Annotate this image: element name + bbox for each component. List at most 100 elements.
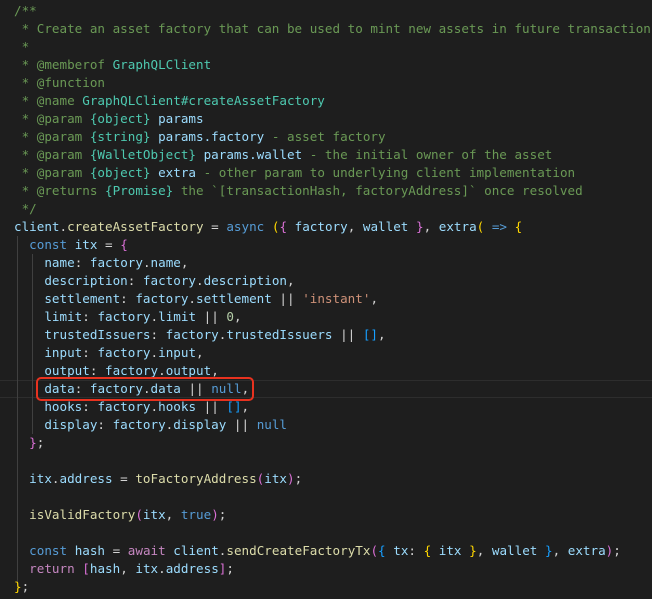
- code-token: params: [158, 111, 204, 126]
- code-token: ||: [196, 399, 227, 414]
- code-line: */: [14, 200, 37, 218]
- code-token: []: [226, 399, 242, 414]
- code-token: (: [135, 507, 143, 522]
- code-token: ;: [294, 471, 303, 486]
- code-line: settlement: factory.settlement || 'insta…: [14, 290, 378, 308]
- code-token: * @param: [14, 111, 90, 126]
- code-token: itx: [142, 507, 166, 522]
- code-token: trustedIssuers: [226, 327, 333, 342]
- code-line: };: [14, 434, 44, 452]
- code-token: factory: [105, 363, 159, 378]
- code-token: tx: [393, 543, 409, 558]
- code-token: ;: [218, 507, 227, 522]
- code-token: * @param: [14, 165, 90, 180]
- code-line: * @memberof GraphQLClient: [14, 56, 212, 74]
- code-token: {: [514, 219, 523, 234]
- code-token: ,: [165, 507, 181, 522]
- code-token: }: [14, 579, 22, 594]
- code-token: factory: [135, 291, 189, 306]
- code-token: =: [112, 471, 136, 486]
- code-line: itx.address = toFactoryAddress(itx);: [14, 470, 302, 488]
- code-token: factory: [89, 255, 143, 270]
- code-token: ): [287, 471, 295, 486]
- code-token: }: [469, 543, 477, 558]
- code-token: ,: [552, 543, 568, 558]
- code-token: {string}: [89, 129, 151, 144]
- code-line: display: factory.display || null: [14, 416, 287, 434]
- code-token: =: [105, 543, 128, 558]
- code-token: display: [44, 417, 98, 432]
- code-token: - asset factory: [264, 129, 386, 144]
- code-line: limit: factory.limit || 0,: [14, 308, 242, 326]
- code-token: }: [29, 435, 37, 450]
- code-token: GraphQLClient#createAssetFactory: [82, 93, 325, 108]
- code-token: extra: [438, 219, 477, 234]
- code-token: name: [44, 255, 75, 270]
- code-token: params.factory: [158, 129, 265, 144]
- code-line: * Create an asset factory that can be us…: [14, 20, 652, 38]
- code-token: null: [256, 417, 288, 432]
- code-token: ,: [120, 561, 136, 576]
- code-token: name: [150, 255, 181, 270]
- code-token: .: [150, 345, 159, 360]
- code-token: ;: [226, 561, 234, 576]
- code-token: ;: [613, 543, 621, 558]
- code-token: .: [158, 363, 166, 378]
- code-token: :: [150, 327, 166, 342]
- code-line: client.createAssetFactory = async ({ fac…: [14, 218, 522, 236]
- code-token: {WalletObject}: [89, 147, 196, 162]
- code-token: itx: [29, 471, 52, 486]
- code-line: const hash = await client.sendCreateFact…: [14, 542, 621, 560]
- code-token: ,: [211, 363, 219, 378]
- code-token: output: [165, 363, 212, 378]
- code-editor[interactable]: /** * Create an asset factory that can b…: [0, 0, 652, 599]
- code-token: itx: [438, 543, 462, 558]
- code-token: itx: [264, 471, 288, 486]
- code-token: * @param: [14, 147, 90, 162]
- code-token: ;: [21, 579, 30, 594]
- code-line: * @function: [14, 74, 105, 92]
- code-token: factory: [142, 273, 196, 288]
- code-token: ,: [180, 255, 189, 270]
- code-token: }: [415, 219, 424, 234]
- code-token: [: [82, 561, 90, 576]
- code-token: - the initial owner of the asset: [302, 147, 553, 162]
- code-token: :: [97, 417, 113, 432]
- code-token: []: [362, 327, 379, 342]
- code-token: :: [82, 399, 98, 414]
- code-token: ||: [332, 327, 363, 342]
- code-token: params.wallet: [203, 147, 303, 162]
- code-token: ||: [196, 309, 227, 324]
- code-token: settlement: [44, 291, 121, 306]
- code-token: hash: [74, 543, 106, 558]
- code-token: .: [59, 219, 68, 234]
- code-token: * @memberof: [14, 57, 113, 72]
- code-token: description: [44, 273, 128, 288]
- code-token: factory: [294, 219, 348, 234]
- code-token: address: [59, 471, 113, 486]
- code-token: * @param: [14, 129, 90, 144]
- code-token: settlement: [196, 291, 272, 306]
- code-token: .: [150, 309, 159, 324]
- code-token: {object}: [89, 165, 151, 180]
- code-token: ,: [233, 309, 242, 324]
- code-token: createAssetFactory: [67, 219, 204, 234]
- code-token: async: [226, 219, 265, 234]
- code-line: * @param {WalletObject} params.wallet - …: [14, 146, 553, 164]
- code-line: };: [14, 578, 29, 596]
- code-token: client: [14, 219, 60, 234]
